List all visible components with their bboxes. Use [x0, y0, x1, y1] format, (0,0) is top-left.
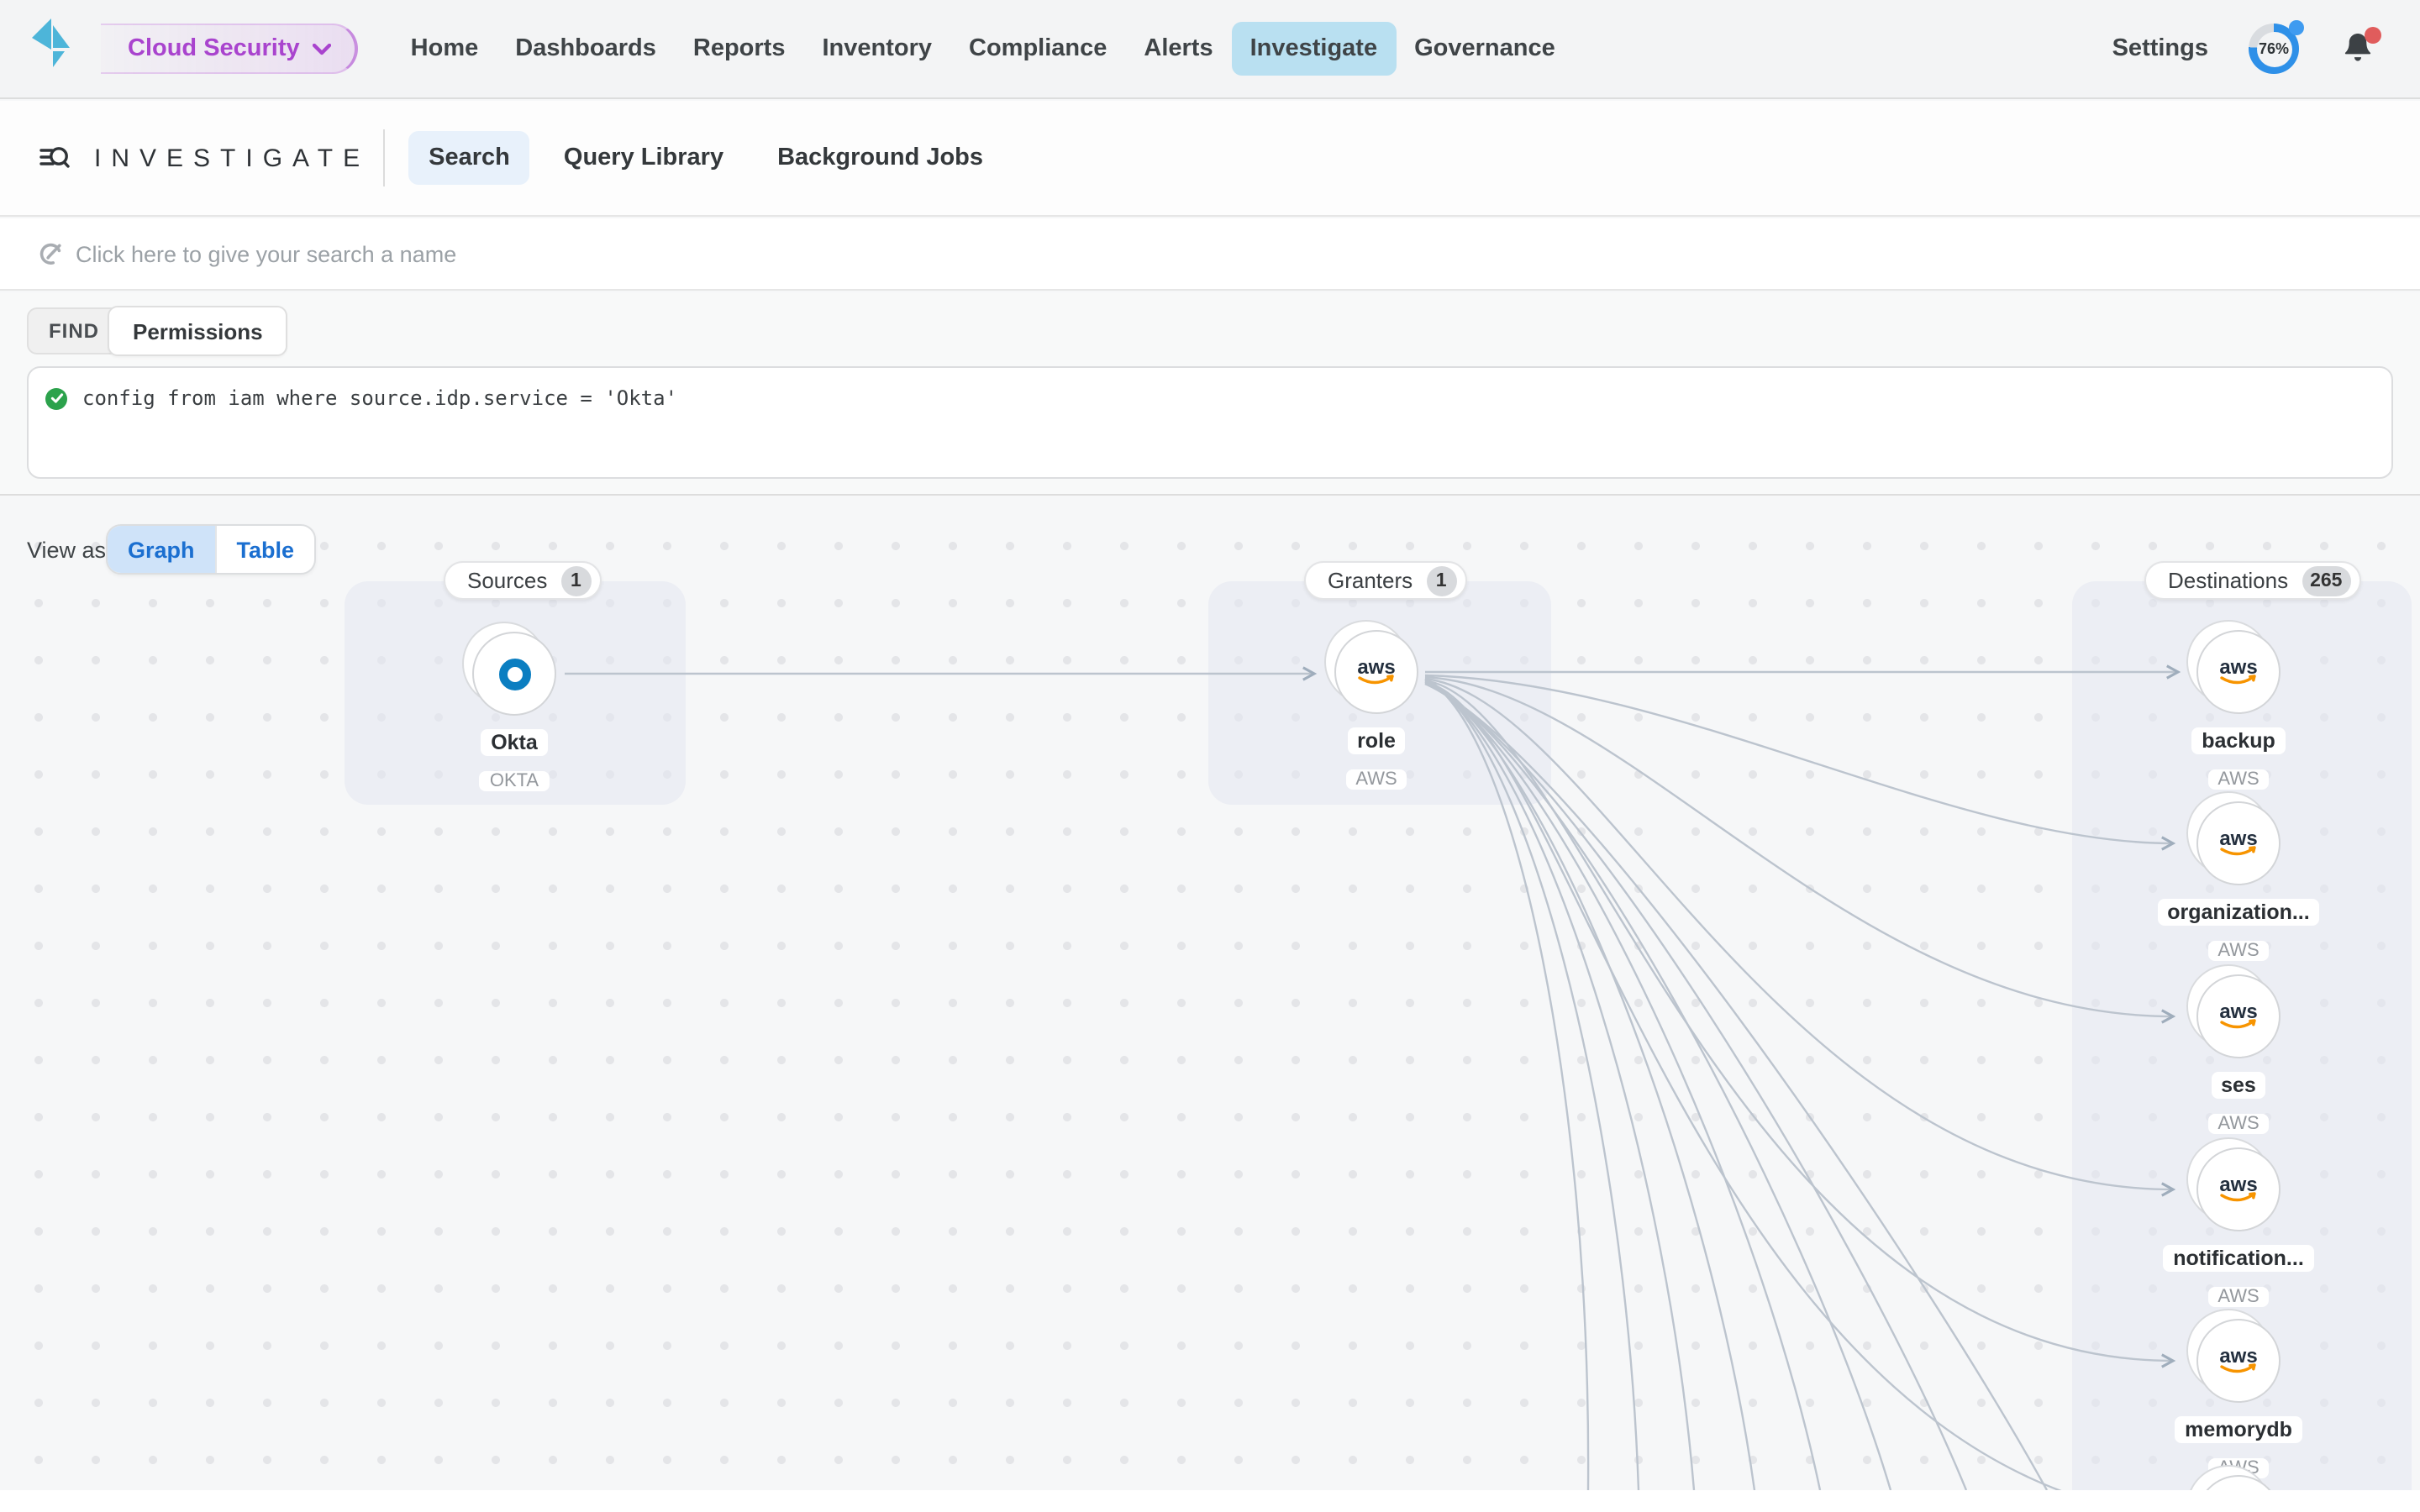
- rename-pencil-icon: [39, 242, 62, 265]
- tab-query-library[interactable]: Query Library: [544, 131, 744, 185]
- node-label: backup: [2191, 727, 2286, 754]
- granters-title: Granters: [1328, 568, 1413, 593]
- top-navbar: Cloud Security Home Dashboards Reports I…: [0, 0, 2420, 99]
- module-title: INVESTIGATE: [94, 144, 370, 172]
- app-logo-icon: [30, 17, 74, 81]
- node-organization-circle[interactable]: aws: [2196, 801, 2281, 885]
- nav-item-dashboards[interactable]: Dashboards: [497, 22, 675, 76]
- node-label: memorydb: [2175, 1416, 2302, 1443]
- nav-item-governance[interactable]: Governance: [1396, 22, 1574, 76]
- sources-title: Sources: [467, 568, 547, 593]
- viewport: Cloud Security Home Dashboards Reports I…: [0, 0, 2420, 1512]
- node-ses: aws ses AWS: [2196, 974, 2281, 1058]
- sources-count-badge: 1: [560, 565, 591, 596]
- node-backup: aws backup AWS: [2196, 630, 2281, 714]
- node-labels: ses AWS: [2121, 1072, 2356, 1137]
- product-switcher-label: Cloud Security: [128, 35, 300, 62]
- node-notification-circle[interactable]: aws: [2196, 1147, 2281, 1231]
- nav-item-home[interactable]: Home: [392, 22, 497, 76]
- node-provider: AWS: [2207, 941, 2269, 961]
- node-memorydb: aws memorydb AWS: [2196, 1319, 2281, 1403]
- node-provider: AWS: [2207, 1114, 2269, 1134]
- node-provider: AWS: [2207, 769, 2269, 790]
- node-destination-partial: [2196, 1475, 2281, 1490]
- nav-item-inventory[interactable]: Inventory: [803, 22, 950, 76]
- nav-item-compliance[interactable]: Compliance: [950, 22, 1125, 76]
- primary-nav: Home Dashboards Reports Inventory Compli…: [392, 22, 1574, 76]
- node-ses-circle[interactable]: aws: [2196, 974, 2281, 1058]
- node-okta-circle[interactable]: [472, 632, 556, 716]
- node-role: aws role AWS: [1334, 630, 1418, 714]
- granters-count-badge: 1: [1426, 565, 1456, 596]
- page: Cloud Security Home Dashboards Reports I…: [0, 0, 2420, 1512]
- nav-item-reports[interactable]: Reports: [675, 22, 804, 76]
- notifications-button[interactable]: [2339, 30, 2376, 67]
- node-label: ses: [2211, 1072, 2266, 1099]
- destinations-title: Destinations: [2168, 568, 2288, 593]
- settings-link[interactable]: Settings: [2112, 35, 2208, 62]
- node-notification: aws notification... AWS: [2196, 1147, 2281, 1231]
- chevron-down-icon: [313, 43, 332, 55]
- investigate-search-list-icon: [39, 142, 71, 174]
- usage-percent: 76%: [2256, 31, 2291, 66]
- node-label: Okta: [481, 729, 548, 756]
- query-valid-check-icon: [45, 387, 67, 409]
- node-label: organization...: [2157, 899, 2319, 926]
- sources-column-pill[interactable]: Sources 1: [444, 561, 601, 600]
- aws-icon: aws: [2213, 827, 2264, 860]
- usage-progress-ring[interactable]: 76%: [2249, 24, 2299, 74]
- node-label: notification...: [2163, 1245, 2314, 1272]
- nav-item-alerts[interactable]: Alerts: [1125, 22, 1231, 76]
- okta-icon: [498, 658, 530, 690]
- node-labels: role AWS: [1259, 727, 1494, 793]
- node-provider: AWS: [2207, 1287, 2269, 1307]
- investigate-subheader: INVESTIGATE Search Query Library Backgro…: [0, 101, 2420, 217]
- nav-right-cluster: Settings 76%: [2112, 24, 2376, 74]
- node-labels: Okta OKTA: [397, 729, 632, 795]
- investigate-tabs: Search Query Library Background Jobs: [408, 131, 1003, 185]
- graph-edges: [0, 497, 2420, 1490]
- query-section: FIND Permissions config from iam where s…: [0, 292, 2420, 496]
- aws-icon: aws: [2213, 1173, 2264, 1206]
- node-labels: notification... AWS: [2121, 1245, 2356, 1310]
- query-editor[interactable]: config from iam where source.idp.service…: [27, 366, 2393, 479]
- granters-column-pill[interactable]: Granters 1: [1304, 561, 1466, 600]
- aws-icon: aws: [2213, 655, 2264, 689]
- aws-icon: aws: [2213, 1000, 2264, 1033]
- graph-canvas: View as Graph Table: [0, 497, 2420, 1490]
- search-name-row: Click here to give your search a name: [0, 218, 2420, 291]
- tab-background-jobs[interactable]: Background Jobs: [757, 131, 1003, 185]
- search-name-input[interactable]: Click here to give your search a name: [76, 241, 456, 266]
- node-okta: Okta OKTA: [472, 632, 556, 716]
- destinations-column-pill[interactable]: Destinations 265: [2144, 561, 2360, 600]
- destinations-count-badge: 265: [2302, 565, 2350, 596]
- notification-badge-dot: [2365, 27, 2381, 44]
- node-provider: OKTA: [480, 771, 549, 791]
- nav-item-investigate[interactable]: Investigate: [1232, 22, 1397, 76]
- product-switcher[interactable]: Cloud Security: [101, 24, 359, 74]
- node-backup-circle[interactable]: aws: [2196, 630, 2281, 714]
- bottom-strip: [0, 1490, 2420, 1512]
- node-labels: backup AWS: [2121, 727, 2356, 793]
- node-memorydb-circle[interactable]: aws: [2196, 1319, 2281, 1403]
- aws-icon: aws: [2213, 1344, 2264, 1378]
- aws-icon: aws: [1351, 655, 1402, 689]
- usage-notification-dot: [2289, 20, 2304, 35]
- query-text: config from iam where source.idp.service…: [82, 386, 677, 410]
- tab-search[interactable]: Search: [408, 131, 530, 185]
- node-provider: AWS: [1345, 769, 1407, 790]
- permissions-tab-button[interactable]: Permissions: [108, 306, 288, 356]
- node-labels: organization... AWS: [2121, 899, 2356, 964]
- query-line: config from iam where source.idp.service…: [29, 368, 2391, 410]
- node-role-circle[interactable]: aws: [1334, 630, 1418, 714]
- node-label: role: [1347, 727, 1406, 754]
- node-organization: aws organization... AWS: [2196, 801, 2281, 885]
- divider: [383, 129, 385, 186]
